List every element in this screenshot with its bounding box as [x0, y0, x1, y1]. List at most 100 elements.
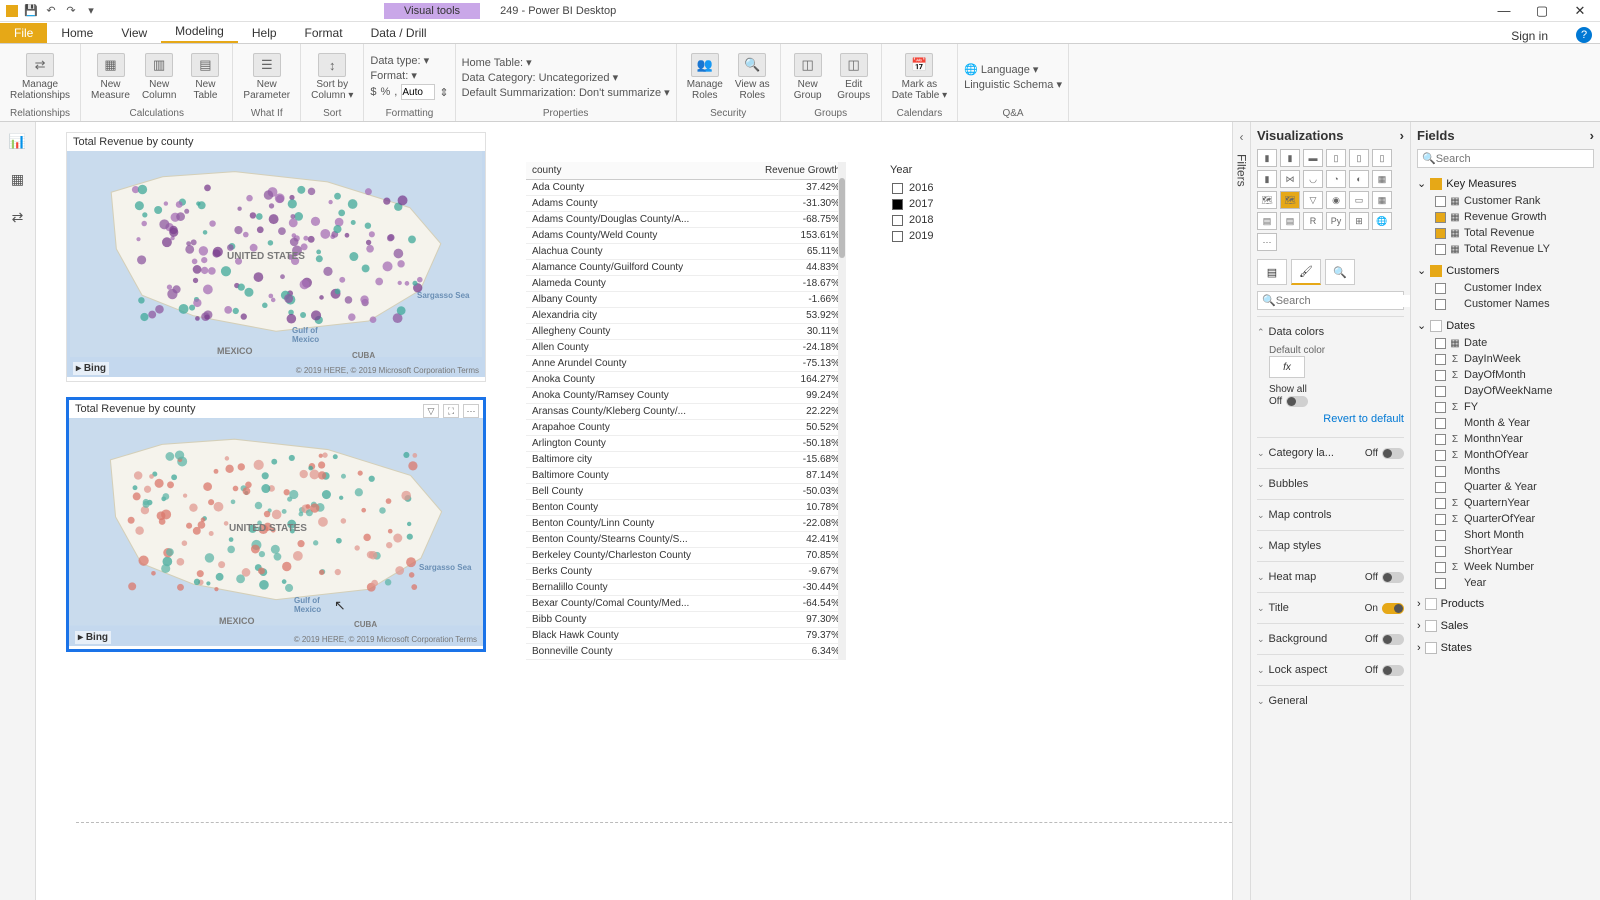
- ribbon-manageroles[interactable]: 👥Manage Roles: [683, 51, 727, 103]
- field-group-states[interactable]: › States: [1417, 639, 1594, 657]
- slicer-item-2019[interactable]: 2019: [892, 228, 990, 244]
- catlabels-toggle[interactable]: [1382, 448, 1404, 459]
- viz-type-12[interactable]: 🗺: [1257, 191, 1277, 209]
- report-view-icon[interactable]: 📊: [7, 130, 29, 152]
- viz-type-21[interactable]: Py: [1326, 212, 1346, 230]
- filters-label[interactable]: Filters: [1235, 154, 1249, 187]
- viz-type-24[interactable]: ⋯: [1257, 233, 1277, 251]
- lockaspect-toggle[interactable]: [1382, 665, 1404, 676]
- model-view-icon[interactable]: ⇄: [7, 206, 29, 228]
- table-row[interactable]: Anne Arundel County-75.13%: [526, 356, 846, 372]
- map-visual-2[interactable]: Total Revenue by county ▽ ⛶ ⋯ UNITED STA…: [66, 397, 486, 652]
- table-row[interactable]: Adams County/Weld County153.61%: [526, 228, 846, 244]
- table-row[interactable]: Baltimore city-15.68%: [526, 452, 846, 468]
- field-quarterofyear[interactable]: ΣQuarterOfYear: [1417, 511, 1594, 527]
- table-row[interactable]: Benton County10.78%: [526, 500, 846, 516]
- field-quarteryear[interactable]: Quarter & Year: [1417, 479, 1594, 495]
- table-row[interactable]: Alameda County-18.67%: [526, 276, 846, 292]
- data-view-icon[interactable]: ▦: [7, 168, 29, 190]
- viz-type-17[interactable]: ▦: [1372, 191, 1392, 209]
- maximize-icon[interactable]: ▢: [1532, 3, 1552, 19]
- table-row[interactable]: Adams County/Douglas County/A...-68.75%: [526, 212, 846, 228]
- table-row[interactable]: Bonneville County6.34%: [526, 644, 846, 660]
- ribbon-editgroups[interactable]: ◫Edit Groups: [833, 51, 875, 103]
- more-icon[interactable]: ⋯: [463, 404, 479, 418]
- viz-type-1[interactable]: ▮: [1280, 149, 1300, 167]
- table-row[interactable]: Berkeley County/Charleston County70.85%: [526, 548, 846, 564]
- viz-type-6[interactable]: ▮: [1257, 170, 1277, 188]
- field-group-sales[interactable]: › Sales: [1417, 617, 1594, 635]
- collapse-filters-icon[interactable]: ‹: [1240, 130, 1244, 144]
- field-monthyear[interactable]: Month & Year: [1417, 415, 1594, 431]
- table-row[interactable]: Bell County-50.03%: [526, 484, 846, 500]
- field-year[interactable]: Year: [1417, 575, 1594, 591]
- field-fy[interactable]: ΣFY: [1417, 399, 1594, 415]
- ribbon-newcolumn[interactable]: ▥New Column: [138, 51, 180, 103]
- col-county[interactable]: county: [526, 162, 738, 180]
- field-customerrank[interactable]: ▦Customer Rank: [1417, 193, 1594, 209]
- field-date[interactable]: ▦Date: [1417, 335, 1594, 351]
- viz-type-2[interactable]: ▬: [1303, 149, 1323, 167]
- viz-type-18[interactable]: ▤: [1257, 212, 1277, 230]
- table-row[interactable]: Alamance County/Guilford County44.83%: [526, 260, 846, 276]
- undo-icon[interactable]: ↶: [44, 4, 58, 18]
- viz-type-16[interactable]: ▭: [1349, 191, 1369, 209]
- viz-type-4[interactable]: ▯: [1349, 149, 1369, 167]
- field-monthofyear[interactable]: ΣMonthOfYear: [1417, 447, 1594, 463]
- field-group-dates[interactable]: ⌄ Dates: [1417, 316, 1594, 335]
- viz-type-7[interactable]: ⋈: [1280, 170, 1300, 188]
- table-row[interactable]: Allen County-24.18%: [526, 340, 846, 356]
- ribbon-newparameter[interactable]: ☰New Parameter: [239, 51, 294, 103]
- viz-type-19[interactable]: ▤: [1280, 212, 1300, 230]
- expand-fields-icon[interactable]: ›: [1590, 128, 1594, 143]
- table-row[interactable]: Bexar County/Comal County/Med...-64.54%: [526, 596, 846, 612]
- field-group-customers[interactable]: ⌄ Customers: [1417, 261, 1594, 280]
- expand-viz-icon[interactable]: ›: [1400, 128, 1404, 143]
- table-row[interactable]: Bernalillo County-30.44%: [526, 580, 846, 596]
- table-row[interactable]: Black Hawk County79.37%: [526, 628, 846, 644]
- table-row[interactable]: Adams County-31.30%: [526, 196, 846, 212]
- table-visual[interactable]: county Revenue Growth Ada County37.42%Ad…: [526, 162, 846, 662]
- save-icon[interactable]: 💾: [24, 4, 38, 18]
- minimize-icon[interactable]: —: [1494, 3, 1514, 18]
- ribbon-newgroup[interactable]: ◫New Group: [787, 51, 829, 103]
- viz-type-8[interactable]: ◡: [1303, 170, 1323, 188]
- field-customerindex[interactable]: Customer Index: [1417, 280, 1594, 296]
- default-color-fx[interactable]: fx: [1269, 356, 1305, 378]
- menu-tab-datadrill[interactable]: Data / Drill: [357, 23, 441, 43]
- table-row[interactable]: Ada County37.42%: [526, 180, 846, 196]
- field-dayofmonth[interactable]: ΣDayOfMonth: [1417, 367, 1594, 383]
- col-revgrowth[interactable]: Revenue Growth: [738, 162, 846, 180]
- field-months[interactable]: Months: [1417, 463, 1594, 479]
- ribbon-markasdatetable[interactable]: 📅Mark as Date Table ▾: [888, 51, 951, 103]
- viz-type-14[interactable]: ▽: [1303, 191, 1323, 209]
- menu-tab-help[interactable]: Help: [238, 23, 291, 43]
- table-row[interactable]: Allegheny County30.11%: [526, 324, 846, 340]
- slicer-item-2017[interactable]: 2017: [892, 196, 990, 212]
- viz-type-13[interactable]: 🗺: [1280, 191, 1300, 209]
- viz-type-23[interactable]: 🌐: [1372, 212, 1392, 230]
- table-row[interactable]: Albany County-1.66%: [526, 292, 846, 308]
- table-row[interactable]: Benton County/Linn County-22.08%: [526, 516, 846, 532]
- ribbon-newmeasure[interactable]: ▦New Measure: [87, 51, 134, 103]
- field-dayinweek[interactable]: ΣDayInWeek: [1417, 351, 1594, 367]
- table-row[interactable]: Alachua County65.11%: [526, 244, 846, 260]
- heatmap-toggle[interactable]: [1382, 572, 1404, 583]
- format-search-input[interactable]: [1276, 295, 1410, 307]
- format-tab-icon[interactable]: 🖌: [1291, 259, 1321, 285]
- viz-type-20[interactable]: R: [1303, 212, 1323, 230]
- table-row[interactable]: Berks County-9.67%: [526, 564, 846, 580]
- table-row[interactable]: Aransas County/Kleberg County/...22.22%: [526, 404, 846, 420]
- year-slicer[interactable]: Year 2016201720182019: [886, 162, 996, 272]
- table-row[interactable]: Benton County/Stearns County/S...42.41%: [526, 532, 846, 548]
- viz-type-9[interactable]: ◔: [1326, 170, 1346, 188]
- slicer-item-2016[interactable]: 2016: [892, 180, 990, 196]
- menu-tab-modeling[interactable]: Modeling: [161, 21, 238, 43]
- menu-tab-home[interactable]: Home: [47, 23, 107, 43]
- viz-type-5[interactable]: ▯: [1372, 149, 1392, 167]
- ribbon-sortbycolumn[interactable]: ↕Sort by Column ▾: [307, 51, 357, 103]
- table-scrollbar[interactable]: [838, 162, 846, 660]
- field-group-keymeasures[interactable]: ⌄ Key Measures: [1417, 174, 1594, 193]
- field-dayofweekname[interactable]: DayOfWeekName: [1417, 383, 1594, 399]
- ribbon-managerelationships[interactable]: ⇄Manage Relationships: [6, 51, 74, 103]
